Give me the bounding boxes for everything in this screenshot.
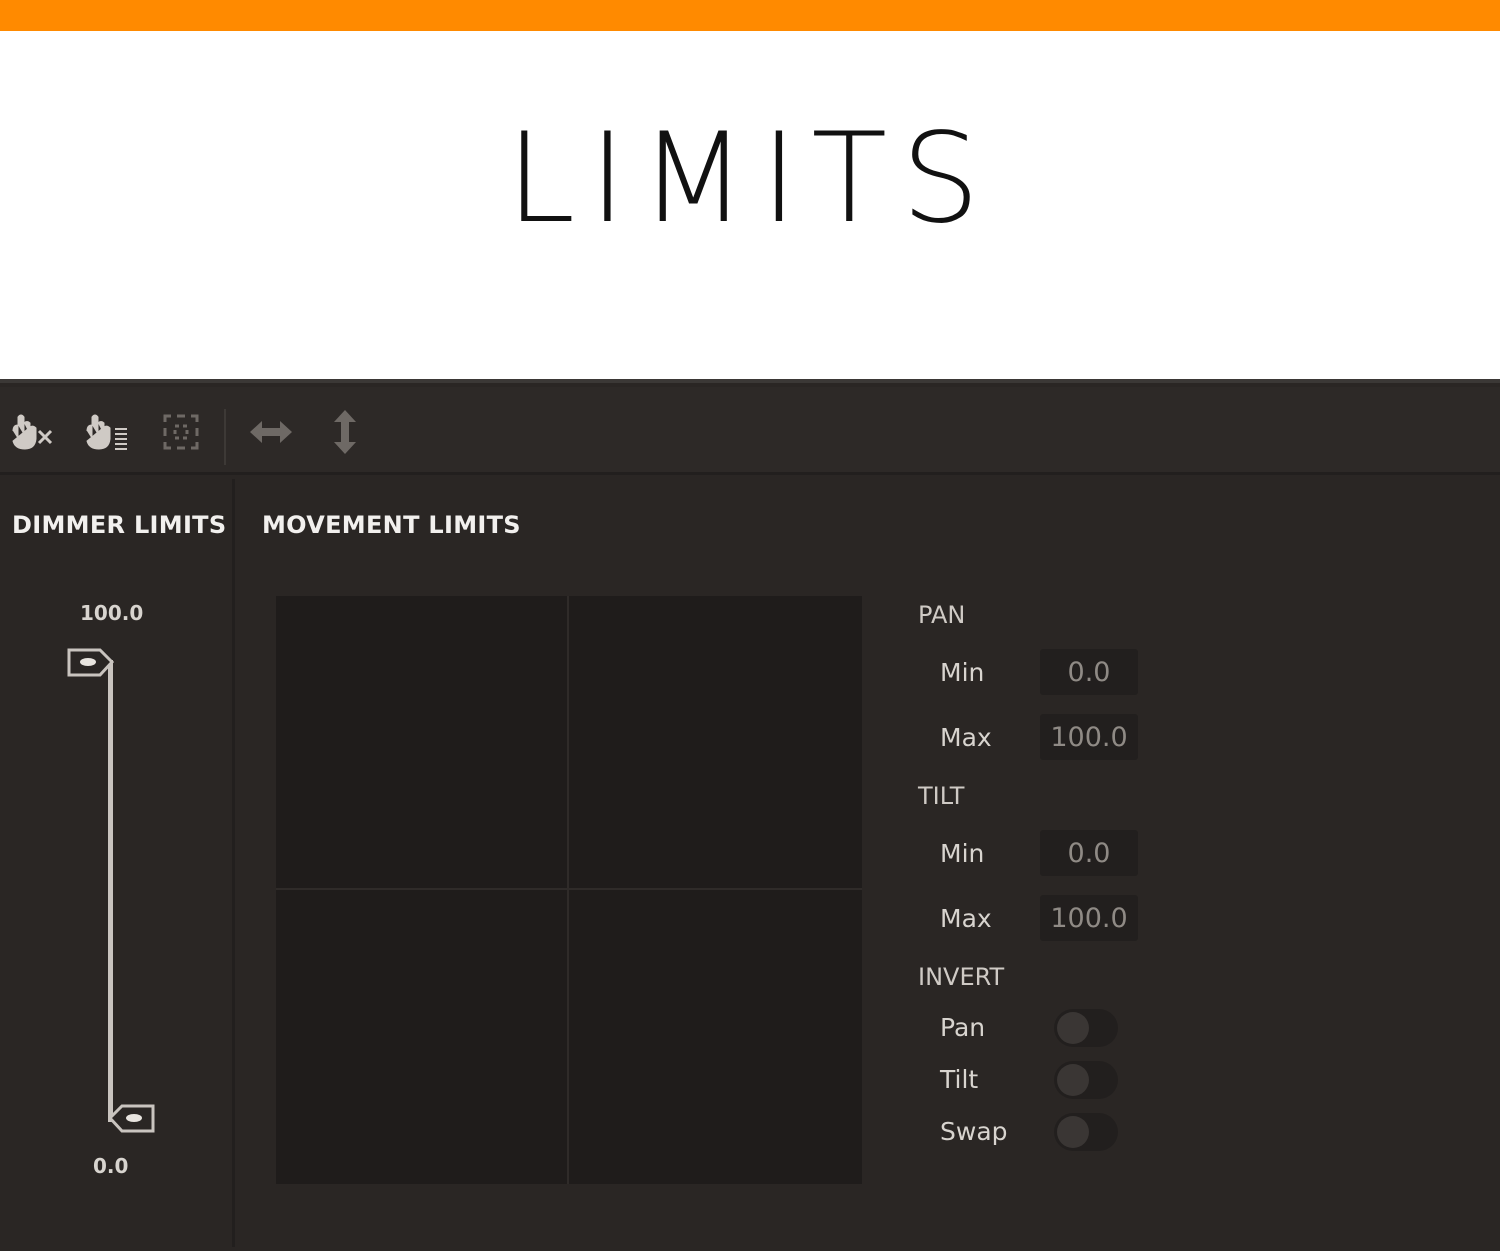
movement-limits-title: MOVEMENT LIMITS (262, 511, 521, 539)
dimmer-clear-icon (12, 414, 53, 450)
pane-divider (232, 479, 235, 1247)
pan-min-input[interactable] (1040, 649, 1138, 695)
dimmer-levels-icon (86, 414, 127, 450)
invert-tilt-label: Tilt (940, 1065, 979, 1094)
flip-horizontal-button[interactable] (246, 409, 296, 455)
limits-panel: DIMMER LIMITS 100.0 0.0 MOVEMENT LIMITS … (0, 379, 1500, 1251)
toggle-knob (1057, 1012, 1089, 1044)
pan-min-label: Min (940, 658, 985, 687)
flip-vertical-button[interactable] (326, 409, 364, 455)
movement-xy-pad[interactable] (276, 596, 862, 1184)
invert-pan-toggle[interactable] (1054, 1009, 1118, 1047)
selection-grid-icon (163, 414, 199, 450)
dimmer-min-handle[interactable] (106, 1103, 156, 1135)
toggle-knob (1057, 1116, 1089, 1148)
tilt-max-label: Max (940, 904, 992, 933)
toolbar-separator (224, 409, 226, 465)
horizontal-arrows-icon (250, 421, 292, 443)
toolbar (0, 387, 1500, 475)
accent-bar (0, 0, 1500, 31)
tilt-min-label: Min (940, 839, 985, 868)
pad-center-line-horizontal (276, 888, 862, 890)
selection-grid-button[interactable] (158, 409, 204, 455)
pan-max-input[interactable] (1040, 714, 1138, 760)
page-title: LIMITS (506, 107, 994, 251)
invert-tilt-toggle[interactable] (1054, 1061, 1118, 1099)
tilt-group-label: TILT (918, 782, 965, 810)
pan-group-label: PAN (918, 601, 966, 629)
invert-group-label: INVERT (918, 963, 1005, 991)
tilt-min-input[interactable] (1040, 830, 1138, 876)
vertical-arrows-icon (334, 410, 356, 454)
swap-toggle[interactable] (1054, 1113, 1118, 1151)
dimmer-levels-button[interactable] (82, 409, 132, 455)
dimmer-clear-button[interactable] (8, 409, 58, 455)
swap-label: Swap (940, 1117, 1008, 1146)
pad-center-line-vertical (567, 596, 569, 1184)
tilt-max-input[interactable] (1040, 895, 1138, 941)
dimmer-min-value: 0.0 (93, 1154, 129, 1178)
invert-pan-label: Pan (940, 1013, 986, 1042)
toggle-knob (1057, 1064, 1089, 1096)
dimmer-max-handle[interactable] (66, 647, 116, 679)
hero-banner: LIMITS (0, 31, 1500, 379)
dimmer-limits-title: DIMMER LIMITS (12, 511, 227, 539)
dimmer-slider-track[interactable] (108, 660, 113, 1122)
pan-max-label: Max (940, 723, 992, 752)
dimmer-max-value: 100.0 (80, 601, 144, 625)
